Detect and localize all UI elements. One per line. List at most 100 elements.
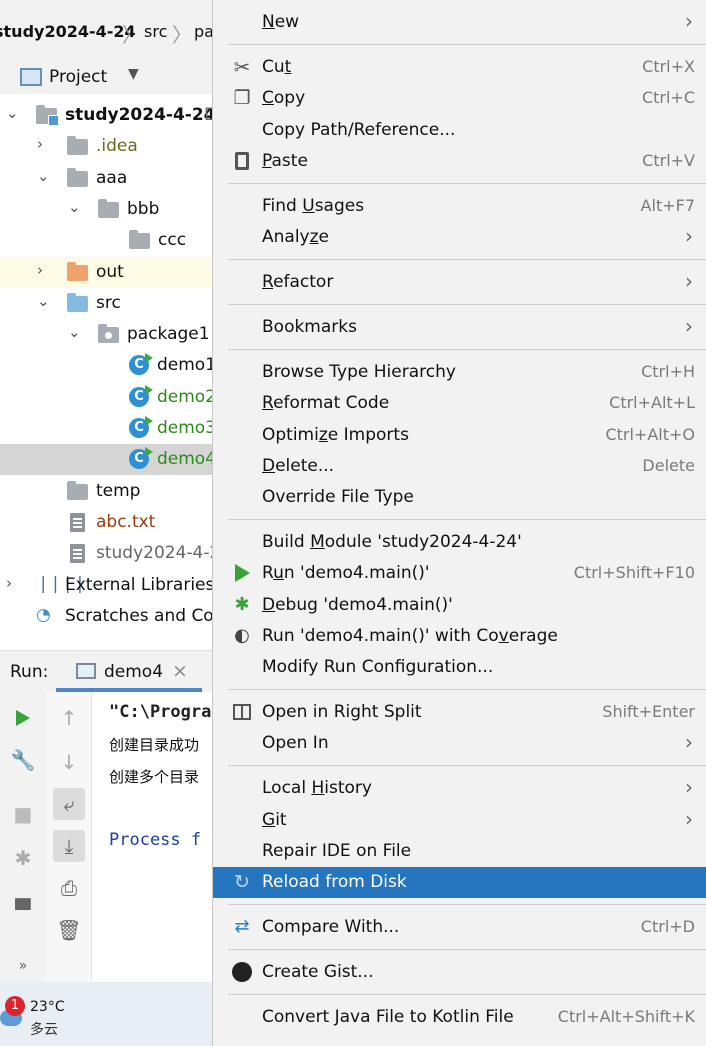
menu-item-cut[interactable]: ✂ Cut Ctrl+X [213,52,706,83]
tree-item-src[interactable]: ⌄ src [0,288,212,319]
project-panel-title[interactable]: Project [49,67,107,87]
menu-item-paste[interactable]: Paste Ctrl+V [213,146,706,177]
menu-item-label: Override File Type [262,487,414,507]
console-output[interactable]: "C:\Progra 创建目录成功 创建多个目录 Process f [92,692,212,982]
tree-item-temp[interactable]: temp [0,476,212,507]
menu-item-git[interactable]: Git › [213,805,706,836]
menu-separator [228,349,706,350]
print-icon[interactable]: ⎙ [53,872,85,904]
menu-item-label: Analyze [262,227,330,247]
menu-item-run-demo4-main-with-coverage[interactable]: ◐ Run 'demo4.main()' with Coverage [213,621,706,652]
tree-item-study2024-4-24[interactable]: ⌄ study2024-4-24 D [0,100,212,131]
menu-item-shortcut: Delete [642,456,695,475]
stop-icon[interactable]: ■ [7,798,39,830]
menu-item-local-history[interactable]: Local History › [213,773,706,804]
menu-item-find-usages[interactable]: Find Usages Alt+F7 [213,191,706,222]
tree-item-demo4[interactable]: Cdemo4 [0,444,212,476]
tree-item-abc-txt[interactable]: abc.txt [0,507,212,538]
chevron-down-icon[interactable]: ⌄ [68,323,81,341]
menu-separator [228,904,706,905]
menu-separator [228,259,706,260]
tree-item-ccc[interactable]: ccc [0,225,212,256]
menu-separator [228,994,706,995]
close-icon[interactable]: × [172,660,188,682]
tree-item-demo3[interactable]: Cdemo3 [0,413,212,444]
menu-item-repair-ide-on-file[interactable]: Repair IDE on File [213,836,706,867]
tree-item-label: demo3 [157,418,212,438]
tree-item-label: ccc [158,230,187,251]
layout-icon[interactable]: ▀ [7,894,39,926]
menu-item-analyze[interactable]: Analyze › [213,222,706,253]
chevron-down-icon[interactable]: ▼ [128,66,139,82]
tree-item-label: demo1 [157,355,212,376]
menu-item-label: Create Gist... [262,962,374,982]
tree-item-idea[interactable]: › .idea [0,131,212,162]
menu-item-bookmarks[interactable]: Bookmarks › [213,312,706,343]
menu-separator [228,183,706,184]
scroll-to-end-icon[interactable]: ⤓ [53,830,85,862]
wrench-icon[interactable]: 🔧 [7,744,39,776]
breadcrumb-src[interactable]: src [144,22,167,41]
menu-item-convert-java-file-to-kotlin-file[interactable]: Convert Java File to Kotlin File Ctrl+Alt… [213,1002,706,1033]
bug-icon[interactable]: ✱ [7,842,39,874]
menu-separator [228,304,706,305]
menu-separator [228,44,706,45]
tree-item-demo1[interactable]: Cdemo1 [0,350,212,381]
menu-item-delete[interactable]: Delete... Delete [213,451,706,482]
arrow-down-icon[interactable]: ↓ [53,746,85,778]
menu-item-reload-from-disk[interactable]: ↻ Reload from Disk [213,867,706,898]
menu-item-open-in-right-split[interactable]: Open in Right Split Shift+Enter [213,697,706,728]
menu-item-copy[interactable]: ❐ Copy Ctrl+C [213,83,706,114]
chevron-right-icon[interactable]: › [6,574,12,592]
menu-item-new[interactable]: New › [213,7,706,38]
menu-item-label: Reload from Disk [262,872,407,892]
chevron-down-icon[interactable]: ⌄ [37,167,50,185]
chevron-right-icon[interactable]: › [37,135,43,153]
menu-item-reformat-code[interactable]: Reformat Code Ctrl+Alt+L [213,388,706,419]
chevron-right-icon: › [685,807,693,831]
tree-item-package1[interactable]: ⌄ package1 [0,319,212,350]
soft-wrap-icon[interactable]: ⤶ [53,788,85,820]
tree-item-bbb[interactable]: ⌄ bbb [0,194,212,225]
more-icon[interactable]: » [7,950,39,982]
taskbar-weather[interactable]: 1 23°C 多云 [0,982,212,1046]
menu-item-browse-type-hierarchy[interactable]: Browse Type Hierarchy Ctrl+H [213,357,706,388]
menu-item-override-file-type[interactable]: Override File Type [213,482,706,513]
chevron-right-icon[interactable]: › [37,261,43,279]
menu-item-create-gist[interactable]: Create Gist... [213,957,706,988]
tree-item-external-libraries[interactable]: › ❘❘❘❘ External Libraries [0,570,212,601]
menu-item-run-demo4-main[interactable]: Run 'demo4.main()' Ctrl+Shift+F10 [213,558,706,589]
menu-item-label: Bookmarks [262,317,357,337]
trash-icon[interactable]: 🗑 [53,914,85,946]
tree-item-scratches-and-cor[interactable]: ◔ Scratches and Cor [0,601,212,632]
menu-item-modify-run-configuration[interactable]: Modify Run Configuration... [213,652,706,683]
menu-item-refactor[interactable]: Refactor › [213,267,706,298]
breadcrumb-project[interactable]: study2024-4-24 [0,22,136,41]
menu-item-build-module-study2024-4-24[interactable]: Build Module 'study2024-4-24' [213,527,706,558]
console-line: 创建目录成功 [109,736,200,754]
menu-item-label: Debug 'demo4.main()' [262,595,453,615]
tree-item-out[interactable]: › out [0,256,212,288]
arrow-up-icon[interactable]: ↑ [53,702,85,734]
rerun-button[interactable] [7,700,39,732]
tree-item-study2024-4-2[interactable]: study2024-4-2 [0,538,212,569]
tree-item-label: External Libraries [65,574,212,595]
menu-item-label: Local History [262,778,372,798]
tree-item-aaa[interactable]: ⌄ aaa [0,163,212,194]
tree-item-demo2[interactable]: Cdemo2 [0,382,212,413]
folder-icon [67,167,88,187]
menu-item-copy-path-reference[interactable]: Copy Path/Reference... [213,115,706,146]
java-class-icon: C [129,416,153,438]
chevron-down-icon[interactable]: ⌄ [6,104,19,122]
menu-item-debug-demo4-main[interactable]: ✱ Debug 'demo4.main()' [213,590,706,621]
menu-item-compare-with[interactable]: ⇄ Compare With... Ctrl+D [213,912,706,943]
menu-item-label: Run 'demo4.main()' [262,563,430,583]
menu-item-optimize-imports[interactable]: Optimize Imports Ctrl+Alt+O [213,420,706,451]
chevron-down-icon[interactable]: ⌄ [37,292,50,310]
split-icon [231,701,253,723]
run-tab-demo4[interactable]: demo4 [104,662,163,682]
breadcrumb-package[interactable]: pa [194,22,212,41]
chevron-down-icon[interactable]: ⌄ [68,198,81,216]
menu-item-open-in[interactable]: Open In › [213,728,706,759]
project-panel-header: Project ▼ [0,62,212,94]
